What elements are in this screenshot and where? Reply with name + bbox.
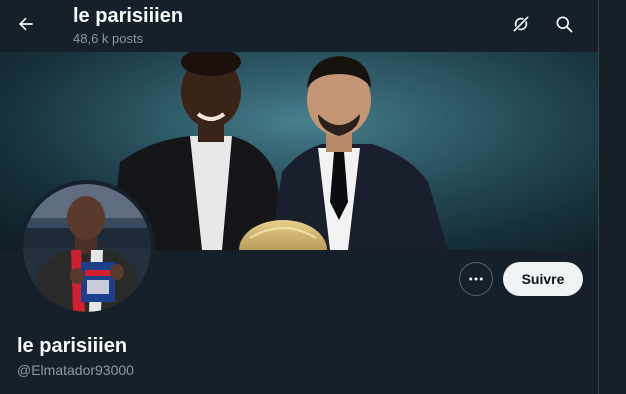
follow-button[interactable]: Suivre (503, 262, 583, 296)
grok-icon (513, 16, 529, 32)
arrow-left-icon (19, 17, 33, 31)
grok-button[interactable] (503, 6, 539, 42)
header-post-count: 48,6 k posts (73, 31, 144, 46)
search-button[interactable] (546, 6, 582, 42)
avatar-photo (23, 184, 151, 312)
more-horizontal-icon (469, 277, 483, 281)
profile-column: le parisiiien 48,6 k posts Suivre le par… (0, 0, 598, 394)
right-sidebar (599, 0, 626, 394)
more-options-button[interactable] (459, 262, 493, 296)
back-button[interactable] (8, 6, 44, 42)
search-icon (556, 16, 573, 33)
header-title: le parisiiien (73, 5, 184, 27)
top-header: le parisiiien 48,6 k posts (0, 0, 598, 52)
profile-handle: @Elmatador93000 (17, 362, 134, 378)
profile-display-name: le parisiiien (17, 335, 128, 357)
profile-avatar[interactable] (19, 180, 155, 316)
